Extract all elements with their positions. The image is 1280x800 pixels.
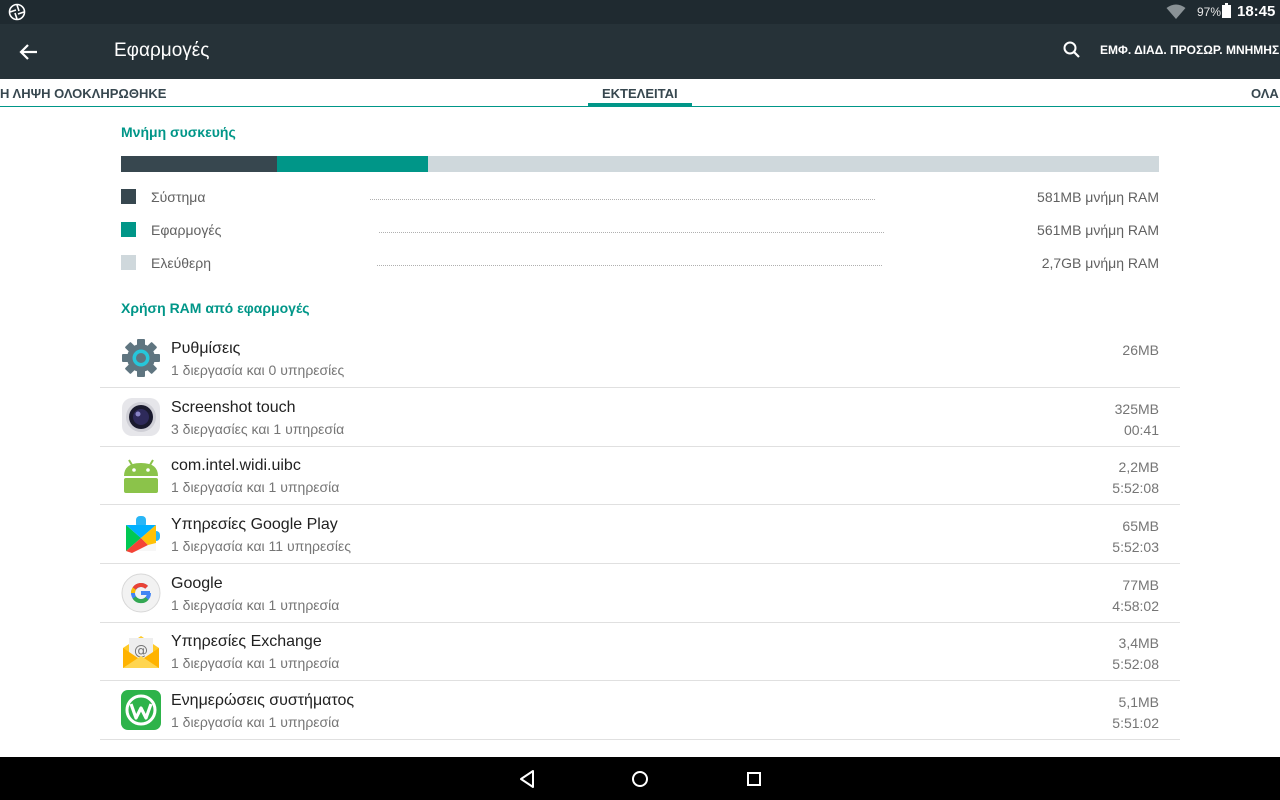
list-item[interactable]: Υπηρεσίες Google Play 1 διεργασία και 11… <box>100 505 1180 564</box>
app-name: Ρυθμίσεις <box>171 340 241 357</box>
legend-swatch <box>121 189 136 204</box>
memory-legend-free: Ελεύθερη 2,7GB μνήμη RAM <box>121 253 1159 273</box>
list-item[interactable]: Ρυθμίσεις 1 διεργασία και 0 υπηρεσίες 26… <box>100 329 1180 388</box>
legend-value: 2,7GB μνήμη RAM <box>1041 255 1159 271</box>
legend-value: 581MB μνήμη RAM <box>1037 189 1159 205</box>
app-run-time: 5:52:08 <box>1112 480 1159 496</box>
memory-bar-apps-segment <box>277 156 428 172</box>
app-run-time: 00:41 <box>1123 422 1159 438</box>
list-item[interactable]: com.intel.widi.uibc 1 διεργασία και 1 υπ… <box>100 446 1180 505</box>
memory-bar-system-segment <box>121 156 277 172</box>
recents-square-icon[interactable] <box>742 767 766 791</box>
app-process-info: 1 διεργασία και 0 υπηρεσίες <box>171 362 345 378</box>
legend-label: Εφαρμογές <box>151 222 222 238</box>
system-update-icon <box>121 690 161 730</box>
list-item[interactable]: Google 1 διεργασία και 1 υπηρεσία 77MB 4… <box>100 564 1180 623</box>
legend-value: 561MB μνήμη RAM <box>1037 222 1159 238</box>
list-item[interactable]: Screenshot touch 3 διεργασίες και 1 υπηρ… <box>100 388 1180 447</box>
app-memory-size: 325MB <box>1114 401 1159 417</box>
tab-all[interactable]: ΟΛΑ <box>1251 86 1279 101</box>
app-memory-size: 5,1MB <box>1118 694 1159 710</box>
android-icon <box>124 459 158 493</box>
app-bar: Εφαρμογές ΕΜΦ. ΔΙΑΔ. ΠΡΟΣΩΡ. ΜΝΗΜΗΣ <box>0 24 1280 79</box>
app-name: Screenshot touch <box>171 399 296 416</box>
memory-usage-bar <box>121 156 1159 172</box>
tab-bar: Η ΛΗΨΗ ΟΛΟΚΛΗΡΩΘΗΚΕ ΕΚΤΕΛΕΙΤΑΙ ΟΛΑ <box>0 79 1280 107</box>
app-process-info: 1 διεργασία και 1 υπηρεσία <box>171 479 340 495</box>
battery-icon <box>1222 3 1231 18</box>
app-name: Υπηρεσίες Google Play <box>171 516 338 533</box>
app-memory-size: 65MB <box>1122 518 1159 534</box>
legend-label: Σύστημα <box>151 189 206 205</box>
google-icon <box>121 573 161 613</box>
leader-dots <box>379 232 884 233</box>
app-memory-size: 2,2MB <box>1118 459 1159 475</box>
app-process-info: 3 διεργασίες και 1 υπηρεσία <box>171 421 345 437</box>
page-title: Εφαρμογές <box>114 40 210 61</box>
app-run-time: 4:58:02 <box>1112 598 1159 614</box>
google-play-services-icon <box>126 516 160 553</box>
leader-dots <box>370 199 875 200</box>
app-memory-size: 77MB <box>1122 577 1159 593</box>
clock: 18:45 <box>1237 3 1276 20</box>
app-name: com.intel.widi.uibc <box>171 457 301 474</box>
home-circle-icon[interactable] <box>628 767 652 791</box>
settings-icon <box>122 339 160 377</box>
app-memory-size: 26MB <box>1122 342 1159 358</box>
navigation-bar <box>0 757 1280 800</box>
ram-usage-header: Χρήση RAM από εφαρμογές <box>121 300 310 316</box>
search-icon[interactable] <box>1059 37 1085 63</box>
legend-swatch <box>121 255 136 270</box>
app-name: Google <box>171 575 223 592</box>
legend-swatch <box>121 222 136 237</box>
app-process-info: 1 διεργασία και 1 υπηρεσία <box>171 597 340 613</box>
screenshot-notification-icon <box>8 3 26 21</box>
tab-indicator <box>588 103 692 106</box>
app-run-time: 5:52:03 <box>1112 539 1159 555</box>
device-memory-header: Μνήμη συσκευής <box>121 124 236 140</box>
list-item[interactable]: @ Υπηρεσίες Exchange 1 διεργασία και 1 υ… <box>100 622 1180 681</box>
back-arrow-icon[interactable] <box>14 37 44 67</box>
tab-running[interactable]: ΕΚΤΕΛΕΙΤΑΙ <box>602 86 678 101</box>
legend-label: Ελεύθερη <box>151 255 212 271</box>
app-process-info: 1 διεργασία και 11 υπηρεσίες <box>171 538 352 554</box>
app-memory-size: 3,4MB <box>1118 635 1159 651</box>
app-run-time: 5:52:08 <box>1112 656 1159 672</box>
wifi-icon <box>1166 4 1186 19</box>
screenshot-touch-icon <box>122 398 160 436</box>
leader-dots <box>377 265 882 266</box>
app-process-info: 1 διεργασία και 1 υπηρεσία <box>171 714 340 730</box>
battery-percent: 97% <box>1197 5 1222 19</box>
memory-legend-apps: Εφαρμογές 561MB μνήμη RAM <box>121 220 1159 240</box>
list-item[interactable]: Ενημερώσεις συστήματος 1 διεργασία και 1… <box>100 681 1180 740</box>
exchange-mail-icon: @ <box>123 636 159 668</box>
tab-downloaded[interactable]: Η ΛΗΨΗ ΟΛΟΚΛΗΡΩΘΗΚΕ <box>0 86 166 101</box>
app-name: Υπηρεσίες Exchange <box>171 633 322 650</box>
app-run-time: 5:51:02 <box>1112 715 1159 731</box>
back-triangle-icon[interactable] <box>516 767 540 791</box>
status-bar: 97% 18:45 <box>0 0 1280 24</box>
show-cached-processes-button[interactable]: ΕΜΦ. ΔΙΑΔ. ΠΡΟΣΩΡ. ΜΝΗΜΗΣ <box>1100 43 1279 57</box>
app-process-info: 1 διεργασία και 1 υπηρεσία <box>171 655 340 671</box>
memory-legend-system: Σύστημα 581MB μνήμη RAM <box>121 187 1159 207</box>
app-name: Ενημερώσεις συστήματος <box>171 692 355 709</box>
